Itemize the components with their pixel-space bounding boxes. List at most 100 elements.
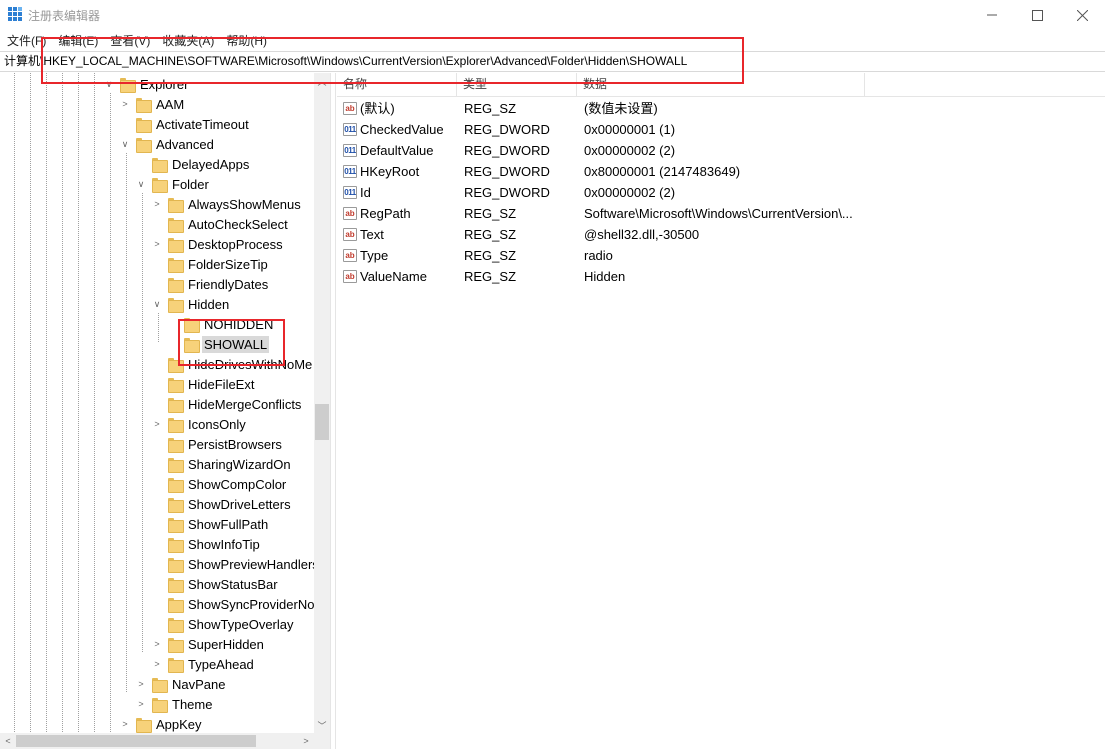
list-item[interactable]: ab RegPath REG_SZ Software\Microsoft\Window… (337, 203, 1105, 224)
tree-item-showstatusbar[interactable]: >ShowStatusBar (152, 574, 280, 594)
tree-item-hidden[interactable]: ∨ Hidden (152, 294, 231, 314)
menu-file[interactable]: 文件(F) (0, 32, 52, 49)
folder-icon (168, 577, 184, 593)
tree-item-iconsonly[interactable]: > IconsOnly (152, 414, 248, 434)
scroll-thumb[interactable] (315, 404, 329, 440)
value-type: REG_SZ (464, 269, 517, 284)
tree-item-showcompcolor[interactable]: >ShowCompColor (152, 474, 288, 494)
list-item[interactable]: 011 DefaultValue REG_DWORD 0x00000002 (2) (337, 140, 1105, 161)
tree-item-activatetimeout[interactable]: >ActivateTimeout (120, 114, 251, 134)
chevron-right-icon[interactable]: > (152, 414, 162, 434)
tree-item-showpreviewhandlers[interactable]: >ShowPreviewHandlers (152, 554, 321, 574)
tree-item-hidefileext[interactable]: >HideFileExt (152, 374, 256, 394)
tree-item-showinfotip[interactable]: >ShowInfoTip (152, 534, 262, 554)
chevron-right-icon[interactable]: > (120, 714, 130, 734)
scroll-right-icon[interactable]: > (298, 733, 314, 749)
chevron-right-icon[interactable]: > (136, 694, 146, 714)
tree-item-showdriveletters[interactable]: >ShowDriveLetters (152, 494, 293, 514)
list-item[interactable]: ab ValueName REG_SZ Hidden (337, 266, 1105, 287)
column-header-name[interactable]: 名称 (337, 73, 457, 97)
tree-item-label: AppKey (156, 716, 202, 732)
key-tree-pane[interactable]: ∨Explorer>AAM>ActivateTimeout∨Advanced>D… (0, 73, 330, 749)
list-item[interactable]: 011 CheckedValue REG_DWORD 0x00000001 (1) (337, 119, 1105, 140)
list-item[interactable]: ab Text REG_SZ @shell32.dll,-30500 (337, 224, 1105, 245)
folder-icon (136, 137, 152, 153)
chevron-right-icon[interactable]: > (136, 674, 146, 694)
column-header-type[interactable]: 类型 (457, 73, 577, 97)
tree-item-showtypeoverlay[interactable]: >ShowTypeOverlay (152, 614, 296, 634)
tree-item-hidemergeconflicts[interactable]: >HideMergeConflicts (152, 394, 303, 414)
chevron-right-icon[interactable]: > (152, 234, 162, 254)
tree-item-navpane[interactable]: > NavPane (136, 674, 227, 694)
chevron-right-icon[interactable]: > (152, 654, 162, 674)
tree-item-showall[interactable]: >SHOWALL (168, 334, 270, 354)
close-icon (1076, 9, 1088, 21)
folder-icon (184, 337, 200, 353)
tree-item-friendlydates[interactable]: >FriendlyDates (152, 274, 270, 294)
menu-view[interactable]: 查看(V) (104, 32, 156, 49)
tree-item-nohidden[interactable]: >NOHIDDEN (168, 314, 275, 334)
tree-item-foldersizetip[interactable]: >FolderSizeTip (152, 254, 270, 274)
folder-icon (168, 237, 184, 253)
tree-item-autocheckselect[interactable]: >AutoCheckSelect (152, 214, 290, 234)
chevron-down-icon[interactable]: ∨ (104, 74, 114, 94)
value-name: RegPath (360, 206, 411, 221)
tree-item-explorer[interactable]: ∨ Explorer (104, 74, 190, 94)
close-button[interactable] (1059, 0, 1105, 30)
hscroll-thumb[interactable] (16, 735, 256, 747)
chevron-down-icon[interactable]: ∨ (136, 174, 146, 194)
tree-item-advanced[interactable]: ∨ Advanced (120, 134, 216, 154)
folder-icon (168, 197, 184, 213)
folder-icon (168, 537, 184, 553)
tree-item-folder[interactable]: ∨ Folder (136, 174, 211, 194)
list-item[interactable]: 011 Id REG_DWORD 0x00000002 (2) (337, 182, 1105, 203)
address-bar[interactable]: 计算机\HKEY_LOCAL_MACHINE\SOFTWARE\Microsof… (0, 51, 1105, 72)
pane-splitter[interactable] (330, 73, 336, 749)
chevron-right-icon[interactable]: > (152, 194, 162, 214)
list-item[interactable]: ab (默认) REG_SZ (数值未设置) (337, 98, 1105, 119)
folder-icon (168, 497, 184, 513)
tree-item-alwaysshowmenus[interactable]: > AlwaysShowMenus (152, 194, 303, 214)
tree-item-sharingwizardon[interactable]: >SharingWizardOn (152, 454, 293, 474)
tree-item-label: HideMergeConflicts (188, 396, 302, 412)
menu-edit[interactable]: 编辑(E) (52, 32, 104, 49)
menu-favorites[interactable]: 收藏夹(A) (156, 32, 220, 49)
tree-item-label: ShowInfoTip (188, 536, 260, 552)
folder-icon (168, 217, 184, 233)
tree-item-showsyncprovidernot[interactable]: >ShowSyncProviderNot (152, 594, 320, 614)
list-item[interactable]: 011 HKeyRoot REG_DWORD 0x80000001 (21474836… (337, 161, 1105, 182)
column-header-data[interactable]: 数据 (577, 73, 865, 97)
tree-item-hidedriveswithnome[interactable]: >HideDrivesWithNoMe (152, 354, 314, 374)
folder-icon (168, 437, 184, 453)
tree-item-label: AlwaysShowMenus (188, 196, 301, 212)
tree-item-typeahead[interactable]: > TypeAhead (152, 654, 256, 674)
tree-item-showfullpath[interactable]: >ShowFullPath (152, 514, 270, 534)
scroll-down-icon[interactable]: ﹀ (314, 717, 330, 733)
value-data: radio (584, 248, 613, 263)
list-item[interactable]: ab Type REG_SZ radio (337, 245, 1105, 266)
tree-item-delayedapps[interactable]: >DelayedApps (136, 154, 251, 174)
tree-horizontal-scrollbar[interactable]: < > (0, 733, 330, 749)
chevron-down-icon[interactable]: ∨ (120, 134, 130, 154)
scroll-left-icon[interactable]: < (0, 733, 16, 749)
tree-item-label: FolderSizeTip (188, 256, 268, 272)
scroll-up-icon[interactable]: ︿ (314, 73, 330, 89)
chevron-down-icon[interactable]: ∨ (152, 294, 162, 314)
tree-item-desktopprocess[interactable]: > DesktopProcess (152, 234, 285, 254)
tree-item-theme[interactable]: > Theme (136, 694, 214, 714)
maximize-icon (1031, 9, 1043, 21)
maximize-button[interactable] (1014, 0, 1060, 30)
tree-vertical-scrollbar[interactable]: ︿ ﹀ (314, 73, 330, 733)
tree-item-aam[interactable]: > AAM (120, 94, 186, 114)
minimize-button[interactable] (969, 0, 1015, 30)
tree-item-superhidden[interactable]: > SuperHidden (152, 634, 266, 654)
values-list-pane[interactable]: 名称 类型 数据 ab (默认) REG_SZ (数值未设置) 011 CheckedVa… (337, 73, 1105, 749)
chevron-right-icon[interactable]: > (152, 634, 162, 654)
tree-item-label: TypeAhead (188, 656, 254, 672)
chevron-right-icon[interactable]: > (120, 94, 130, 114)
tree-item-persistbrowsers[interactable]: >PersistBrowsers (152, 434, 284, 454)
tree-item-appkey[interactable]: > AppKey (120, 714, 204, 734)
string-value-icon: ab (343, 249, 357, 262)
menu-help[interactable]: 帮助(H) (220, 32, 273, 49)
folder-icon (152, 157, 168, 173)
